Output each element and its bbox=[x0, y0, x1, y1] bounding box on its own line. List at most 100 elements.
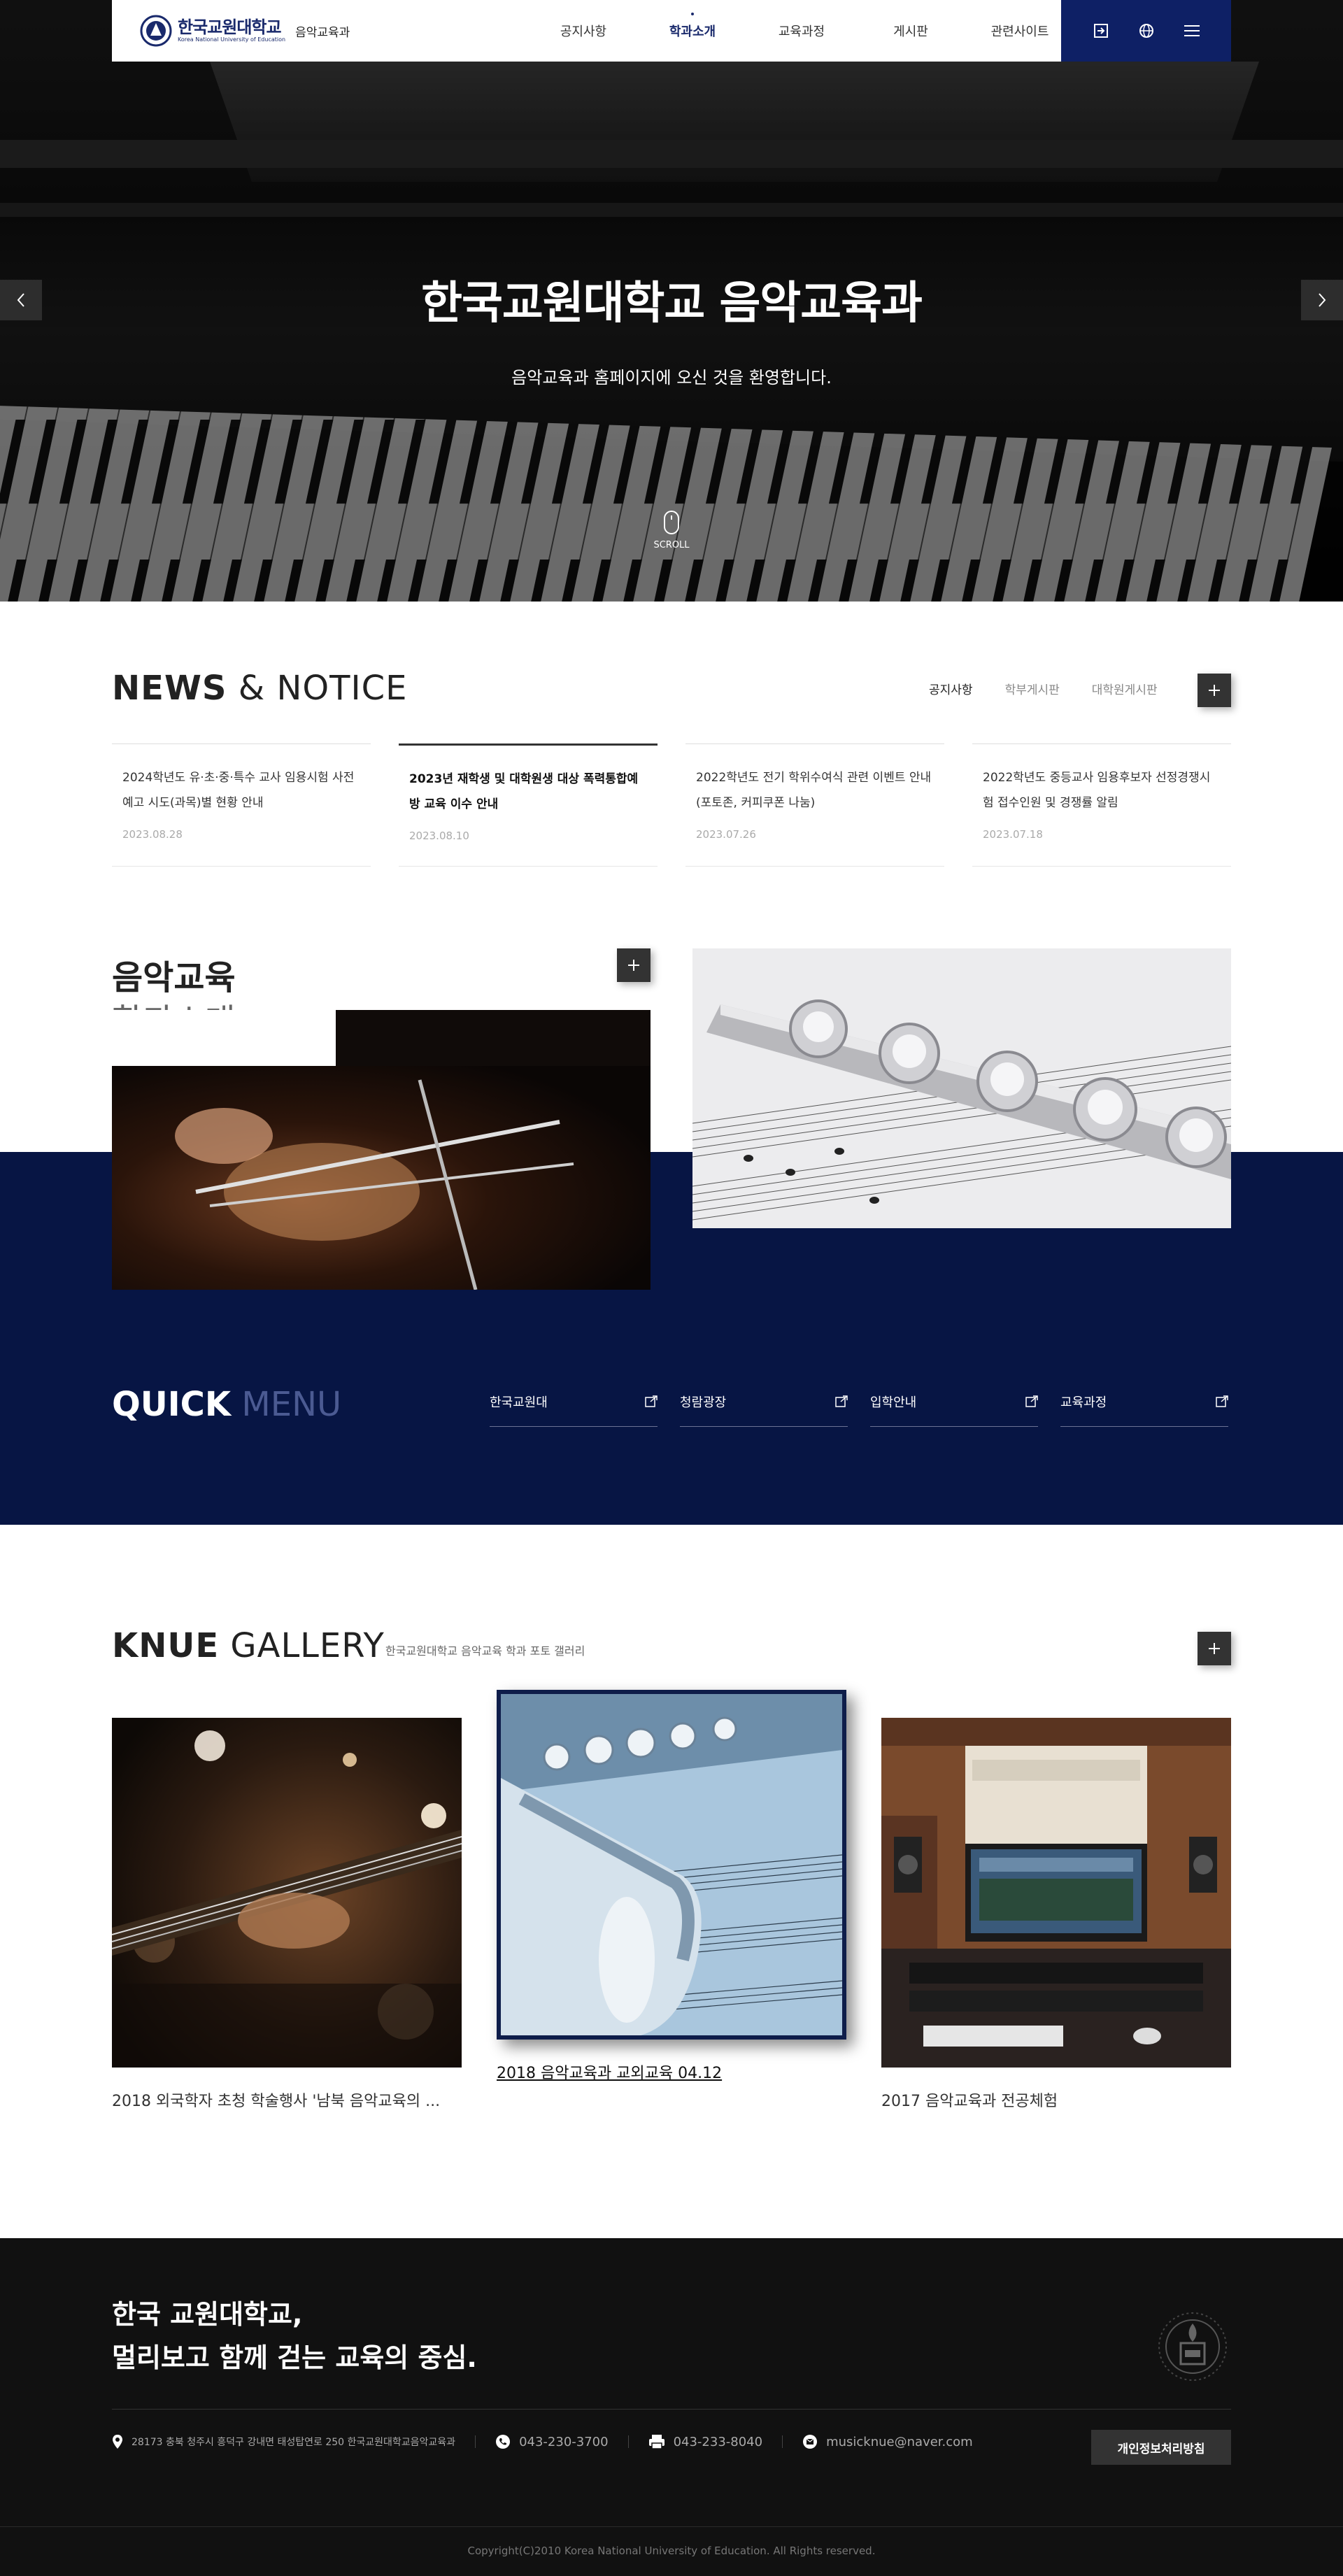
gallery-item[interactable]: 2018 음악교육과 교외교육 04.12 bbox=[497, 1690, 846, 2083]
gallery-more-button[interactable] bbox=[1198, 1632, 1231, 1665]
news-item[interactable]: 2022학년도 전기 학위수여식 관련 이벤트 안내 (포토존, 커피쿠폰 나눔… bbox=[685, 743, 944, 867]
scroll-label: SCROLL bbox=[653, 540, 690, 550]
hero-prev-button[interactable] bbox=[0, 280, 42, 320]
language-button[interactable] bbox=[1132, 17, 1160, 45]
phone-text: 043-230-3700 bbox=[519, 2434, 609, 2449]
chevron-left-icon bbox=[17, 293, 24, 307]
copyright-text: Copyright(C)2010 Korea National Universi… bbox=[467, 2545, 876, 2557]
footer-contact-info: 28173 충북 청주시 흥덕구 강내면 태성탑연로 250 한국교원대학교음악… bbox=[112, 2434, 973, 2449]
nav-about[interactable]: 학과소개 bbox=[638, 0, 747, 62]
gallery-section-title: KNUE GALLERY bbox=[112, 1626, 385, 1665]
location-pin-icon bbox=[113, 2435, 122, 2449]
gallery-subtitle: 한국교원대학교 음악교육 학과 포토 갤러리 bbox=[385, 1644, 585, 1658]
fax-text: 043-233-8040 bbox=[673, 2434, 763, 2449]
quick-menu-list: 한국교원대 청람광장 입학안내 교육과정 bbox=[490, 1385, 1228, 1427]
quick-link-cheongram[interactable]: 청람광장 bbox=[680, 1385, 848, 1427]
tab-notice[interactable]: 공지사항 bbox=[929, 680, 973, 697]
logo-text: 한국교원대학교 bbox=[178, 17, 282, 37]
hero-subtitle: 음악교육과 홈페이지에 오신 것을 환영합니다. bbox=[511, 368, 832, 387]
nav-sites[interactable]: 관련사이트 bbox=[965, 0, 1074, 62]
footer-address: 28173 충북 청주시 흥덕구 강내면 태성탑연로 250 한국교원대학교음악… bbox=[112, 2434, 455, 2449]
news-item[interactable]: 2023년 재학생 및 대학원생 대상 폭력통합예방 교육 이수 안내 2023… bbox=[399, 743, 658, 867]
fax-icon bbox=[648, 2435, 665, 2449]
external-link-icon bbox=[1216, 1395, 1228, 1407]
menu-icon bbox=[1184, 25, 1200, 36]
quick-link-label: 청람광장 bbox=[680, 1395, 727, 1410]
gallery-title-light: GALLERY bbox=[230, 1626, 385, 1665]
news-item-text: 2024학년도 유·초·중·특수 교사 임용시험 사전예고 시도(과목)별 현황… bbox=[122, 771, 355, 810]
news-more-button[interactable] bbox=[1198, 674, 1231, 707]
news-item-text: 2022학년도 중등교사 임용후보자 선정경쟁시험 접수인원 및 경쟁률 알림 bbox=[983, 771, 1211, 810]
footer-slogan: 한국 교원대학교, 멀리보고 함께 걷는 교육의 중심. bbox=[112, 2293, 477, 2379]
nav-board[interactable]: 게시판 bbox=[856, 0, 965, 62]
quick-link-admission[interactable]: 입학안내 bbox=[870, 1385, 1038, 1427]
footer-phone: 043-230-3700 bbox=[495, 2434, 609, 2449]
university-emblem-icon bbox=[140, 15, 172, 47]
nav-curriculum[interactable]: 교육과정 bbox=[747, 0, 856, 62]
quick-link-label: 교육과정 bbox=[1060, 1395, 1107, 1410]
quick-link-knue[interactable]: 한국교원대 bbox=[490, 1385, 658, 1427]
news-item-date: 2023.07.18 bbox=[983, 828, 1043, 841]
phone-icon bbox=[496, 2435, 511, 2449]
news-section-title: NEWS & NOTICE bbox=[112, 669, 407, 708]
email-text: musicknue@naver.com bbox=[826, 2434, 973, 2449]
copyright-divider bbox=[0, 2526, 1343, 2527]
mail-icon bbox=[803, 2435, 818, 2449]
plus-icon bbox=[1209, 685, 1220, 696]
footer-slogan-line2: 멀리보고 함께 걷는 교육의 중심. bbox=[112, 2342, 477, 2373]
menu-button[interactable] bbox=[1178, 17, 1206, 45]
gallery-guitar-image bbox=[112, 1718, 462, 2068]
gallery-caption: 2017 음악교육과 전공체험 bbox=[881, 2093, 1058, 2110]
news-item[interactable]: 2024학년도 유·초·중·특수 교사 임용시험 사전예고 시도(과목)별 현황… bbox=[112, 743, 371, 867]
dept-name: 음악교육과 bbox=[295, 25, 350, 40]
quick-link-label: 입학안내 bbox=[870, 1395, 917, 1410]
hero-next-button[interactable] bbox=[1301, 280, 1343, 320]
privacy-policy-button[interactable]: 개인정보처리방침 bbox=[1091, 2430, 1231, 2465]
news-tabs: 공지사항 학부게시판 대학원게시판 bbox=[929, 680, 1190, 697]
about-more-button[interactable] bbox=[617, 948, 651, 982]
external-link-icon bbox=[1025, 1395, 1038, 1407]
about-title-bold: 음악교육 bbox=[112, 958, 236, 997]
scroll-indicator[interactable]: SCROLL bbox=[651, 511, 692, 550]
globe-icon bbox=[1139, 24, 1153, 38]
tab-grad-board[interactable]: 대학원게시판 bbox=[1092, 680, 1158, 697]
gallery-title-bold: KNUE bbox=[112, 1626, 220, 1665]
news-item-date: 2023.08.28 bbox=[122, 828, 183, 841]
news-item-text: 2022학년도 전기 학위수여식 관련 이벤트 안내 (포토존, 커피쿠폰 나눔… bbox=[696, 771, 932, 810]
news-list: 2024학년도 유·초·중·특수 교사 임용시험 사전예고 시도(과목)별 현황… bbox=[112, 743, 1231, 867]
footer-separator bbox=[782, 2435, 783, 2448]
site-logo[interactable]: 한국교원대학교 Korea National University of Edu… bbox=[140, 0, 350, 62]
gallery-item[interactable]: 2018 외국학자 초청 학술행사 '남북 음악교육의 ... bbox=[112, 1718, 462, 2111]
gallery-caption: 2018 음악교육과 교외교육 04.12 bbox=[497, 2065, 723, 2082]
footer-emblem-icon bbox=[1158, 2312, 1227, 2381]
login-icon bbox=[1093, 24, 1108, 38]
external-link-icon bbox=[645, 1395, 658, 1407]
gallery-item[interactable]: 2017 음악교육과 전공체험 bbox=[881, 1718, 1231, 2111]
plus-icon bbox=[628, 960, 639, 971]
tab-undergrad-board[interactable]: 학부게시판 bbox=[1005, 680, 1060, 697]
news-item-date: 2023.08.10 bbox=[409, 830, 469, 842]
about-violin-image bbox=[112, 1010, 651, 1290]
about-flute-image bbox=[692, 948, 1231, 1228]
footer-slogan-line1: 한국 교원대학교, bbox=[112, 2299, 303, 2330]
quick-title-bold: QUICK bbox=[112, 1385, 232, 1424]
main-nav: 공지사항 학과소개 교육과정 게시판 관련사이트 bbox=[529, 0, 1074, 62]
external-link-icon bbox=[835, 1395, 848, 1407]
quick-link-curriculum[interactable]: 교육과정 bbox=[1060, 1385, 1228, 1427]
plus-icon bbox=[1209, 1643, 1220, 1654]
login-button[interactable] bbox=[1087, 17, 1115, 45]
gallery-list: 2018 외국학자 초청 학술행사 '남북 음악교육의 ... 2018 음악교… bbox=[112, 1690, 1231, 2112]
quick-menu-title: QUICK MENU bbox=[112, 1385, 341, 1424]
site-header: 한국교원대학교 Korea National University of Edu… bbox=[112, 0, 1231, 62]
nav-notice[interactable]: 공지사항 bbox=[529, 0, 638, 62]
news-title-bold: NEWS bbox=[112, 669, 227, 708]
address-text: 28173 충북 청주시 흥덕구 강내면 태성탑연로 250 한국교원대학교음악… bbox=[132, 2437, 456, 2448]
logo-english: Korea National University of Education bbox=[178, 36, 286, 43]
news-item[interactable]: 2022학년도 중등교사 임용후보자 선정경쟁시험 접수인원 및 경쟁률 알림 … bbox=[972, 743, 1231, 867]
footer-separator bbox=[627, 2435, 629, 2448]
mouse-icon bbox=[664, 511, 679, 534]
footer-separator bbox=[475, 2435, 476, 2448]
news-item-text: 2023년 재학생 및 대학원생 대상 폭력통합예방 교육 이수 안내 bbox=[409, 772, 639, 811]
util-menu bbox=[1061, 0, 1231, 62]
footer-divider bbox=[112, 2409, 1231, 2410]
